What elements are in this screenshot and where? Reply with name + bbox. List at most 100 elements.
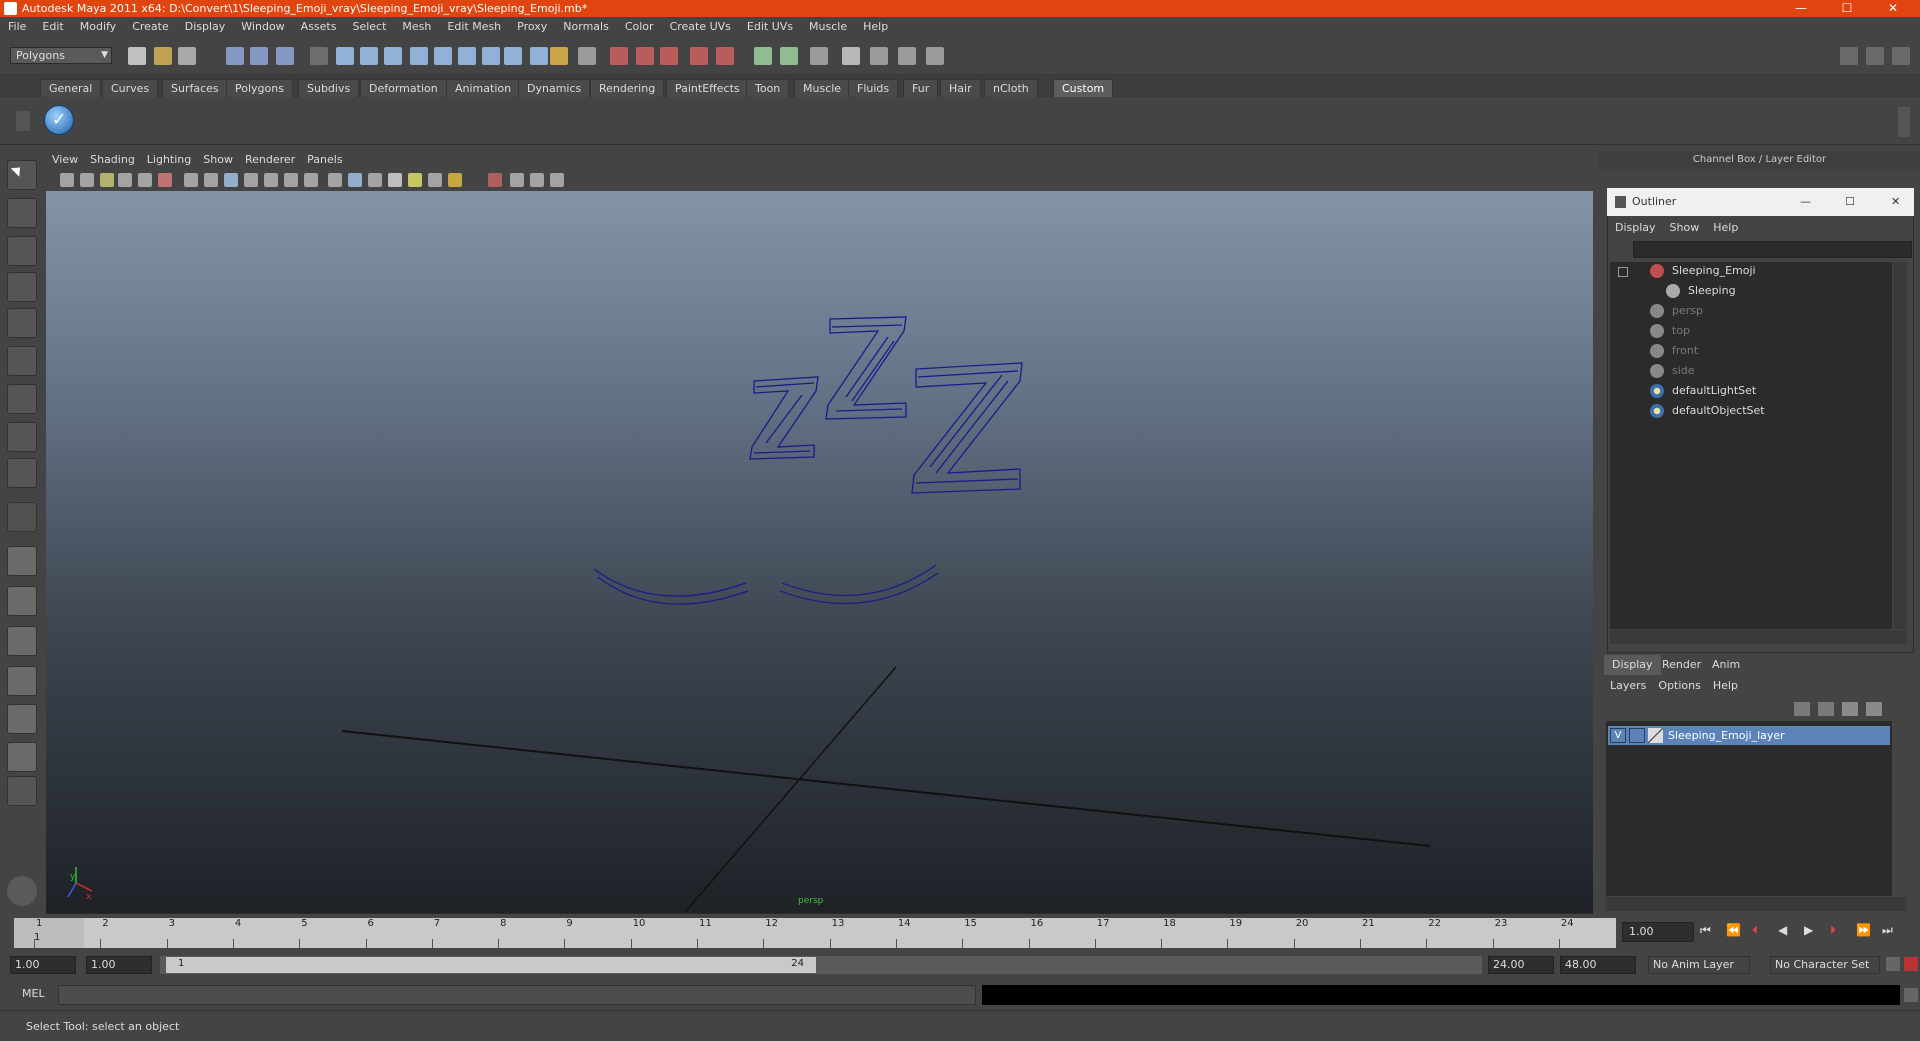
- menu-mesh[interactable]: Mesh: [394, 17, 439, 37]
- graph-editor-layout-icon[interactable]: [7, 666, 37, 696]
- menu-color[interactable]: Color: [617, 17, 662, 37]
- status-line-tool-29-icon[interactable]: [898, 47, 916, 65]
- range-slider-handle[interactable]: 1 24: [166, 957, 816, 973]
- viewport-menu-shading[interactable]: Shading: [84, 151, 141, 169]
- mode-selector[interactable]: Polygons ▼: [10, 47, 112, 64]
- start-time-field[interactable]: 1.00: [10, 956, 76, 974]
- viewport-menu-panels[interactable]: Panels: [301, 151, 348, 169]
- layer-color-swatch-icon[interactable]: [1648, 728, 1663, 743]
- menu-muscle[interactable]: Muscle: [801, 17, 855, 37]
- viewport-toolbar-24-icon[interactable]: [550, 173, 564, 187]
- shelf-tab-animation[interactable]: Animation: [446, 79, 521, 97]
- menu-proxy[interactable]: Proxy: [509, 17, 555, 37]
- step-back-frame-icon[interactable]: ⏪: [1726, 923, 1741, 937]
- status-line-tool-3-icon[interactable]: [178, 47, 196, 65]
- layer-display-type-toggle[interactable]: [1629, 728, 1645, 743]
- hotbox-icon[interactable]: [7, 876, 37, 906]
- menu-create[interactable]: Create: [124, 17, 177, 37]
- shelf-tab-toon[interactable]: Toon: [746, 79, 790, 97]
- status-line-tool-24-icon[interactable]: [754, 47, 772, 65]
- viewport-toolbar-18-icon[interactable]: [408, 173, 422, 187]
- outliner-horizontal-scrollbar[interactable]: [1610, 630, 1907, 644]
- play-forward-icon[interactable]: ▶: [1804, 923, 1813, 937]
- shelf-tab-polygons[interactable]: Polygons: [226, 79, 293, 97]
- perspective-viewport[interactable]: x y persp: [46, 191, 1593, 913]
- outliner-item[interactable]: front: [1610, 342, 1892, 360]
- viewport-menu-view[interactable]: View: [46, 151, 84, 169]
- viewport-menu-lighting[interactable]: Lighting: [141, 151, 197, 169]
- outliner-item[interactable]: persp: [1610, 302, 1892, 320]
- status-line-tool-22-icon[interactable]: [690, 47, 708, 65]
- single-perspective-layout-icon[interactable]: [7, 546, 37, 576]
- step-forward-key-icon[interactable]: ⏵: [1830, 923, 1836, 938]
- menu-window[interactable]: Window: [233, 17, 292, 37]
- layer-name[interactable]: Sleeping_Emoji_layer: [1668, 726, 1785, 745]
- viewport-toolbar-15-icon[interactable]: [348, 173, 362, 187]
- viewport-toolbar-2-icon[interactable]: [80, 173, 94, 187]
- status-line-tool-8-icon[interactable]: [336, 47, 354, 65]
- outliner-maximize-button[interactable]: ☐: [1845, 188, 1855, 216]
- outliner-vertical-scrollbar[interactable]: [1893, 262, 1907, 629]
- shelf-tab-subdivs[interactable]: Subdivs: [298, 79, 360, 97]
- shelf-tab-painteffects[interactable]: PaintEffects: [666, 79, 749, 97]
- status-line-tool-28-icon[interactable]: [870, 47, 888, 65]
- menu-edit-uvs[interactable]: Edit UVs: [739, 17, 801, 37]
- viewport-toolbar-11-icon[interactable]: [264, 173, 278, 187]
- status-line-tool-16-icon[interactable]: [530, 47, 548, 65]
- viewport-toolbar-13-icon[interactable]: [304, 173, 318, 187]
- status-line-tool-7-icon[interactable]: [310, 47, 328, 65]
- command-input[interactable]: [58, 985, 976, 1005]
- last-tool-icon[interactable]: [7, 502, 37, 532]
- close-button[interactable]: ✕: [1870, 0, 1916, 17]
- status-line-tool-21-icon[interactable]: [660, 47, 678, 65]
- universal-manipulator-icon[interactable]: [7, 384, 37, 414]
- viewport-toolbar-1-icon[interactable]: [60, 173, 74, 187]
- viewport-toolbar-21-icon[interactable]: [488, 173, 502, 187]
- tool-settings-toggle-icon[interactable]: [1892, 47, 1910, 65]
- end-time-field[interactable]: 48.00: [1560, 956, 1636, 974]
- viewport-toolbar-4-icon[interactable]: [118, 173, 132, 187]
- show-manipulator-icon[interactable]: [7, 458, 37, 488]
- status-line-tool-19-icon[interactable]: [610, 47, 628, 65]
- new-layer-icon[interactable]: [1794, 702, 1810, 716]
- outliner-item[interactable]: defaultLightSet: [1610, 382, 1892, 400]
- status-line-tool-4-icon[interactable]: [226, 47, 244, 65]
- status-line-tool-14-icon[interactable]: [482, 47, 500, 65]
- menu-edit[interactable]: Edit: [34, 17, 71, 37]
- layer-stack-icon[interactable]: [1818, 702, 1834, 716]
- channel-box-toggle-icon[interactable]: [1840, 47, 1858, 65]
- menu-edit-mesh[interactable]: Edit Mesh: [439, 17, 509, 37]
- viewport-toolbar-23-icon[interactable]: [530, 173, 544, 187]
- script-editor-icon[interactable]: [1904, 988, 1918, 1002]
- viewport-toolbar-5-icon[interactable]: [138, 173, 152, 187]
- status-line-tool-9-icon[interactable]: [360, 47, 378, 65]
- step-forward-frame-icon[interactable]: ⏩: [1856, 923, 1871, 937]
- go-to-start-icon[interactable]: ⏮: [1700, 923, 1711, 938]
- status-line-tool-23-icon[interactable]: [716, 47, 734, 65]
- viewport-menu-renderer[interactable]: Renderer: [239, 151, 301, 169]
- viewport-toolbar-6-icon[interactable]: [158, 173, 172, 187]
- outliner-close-button[interactable]: ✕: [1891, 188, 1900, 216]
- paint-select-tool-icon[interactable]: [7, 236, 37, 266]
- playback-start-field[interactable]: 1.00: [86, 956, 152, 974]
- shelf-tab-deformation[interactable]: Deformation: [360, 79, 447, 97]
- go-to-end-icon[interactable]: ⏭: [1882, 923, 1893, 938]
- status-line-tool-25-icon[interactable]: [780, 47, 798, 65]
- menu-file[interactable]: File: [0, 17, 34, 37]
- shelf-scroll-icon[interactable]: [1898, 107, 1910, 137]
- status-line-tool-2-icon[interactable]: [154, 47, 172, 65]
- shelf-tab-ncloth[interactable]: nCloth: [984, 79, 1038, 97]
- viewport-toolbar-20-icon[interactable]: [448, 173, 462, 187]
- rotate-tool-icon[interactable]: [7, 308, 37, 338]
- outliner-item[interactable]: Sleeping: [1610, 282, 1892, 300]
- viewport-toolbar-14-icon[interactable]: [328, 173, 342, 187]
- attribute-editor-toggle-icon[interactable]: [1866, 47, 1884, 65]
- menu-normals[interactable]: Normals: [555, 17, 617, 37]
- status-line-tool-12-icon[interactable]: [434, 47, 452, 65]
- menu-modify[interactable]: Modify: [72, 17, 124, 37]
- shelf-menu-icon[interactable]: [16, 111, 30, 131]
- layer-menu-options[interactable]: Options: [1652, 677, 1706, 695]
- status-line-tool-11-icon[interactable]: [410, 47, 428, 65]
- time-slider[interactable]: 1 1 2 3 4 5 6 7 8 9 10 11 12 13 14 15 16 17 18 19 20 21 22 23 2…: [14, 918, 1616, 948]
- status-line-tool-20-icon[interactable]: [636, 47, 654, 65]
